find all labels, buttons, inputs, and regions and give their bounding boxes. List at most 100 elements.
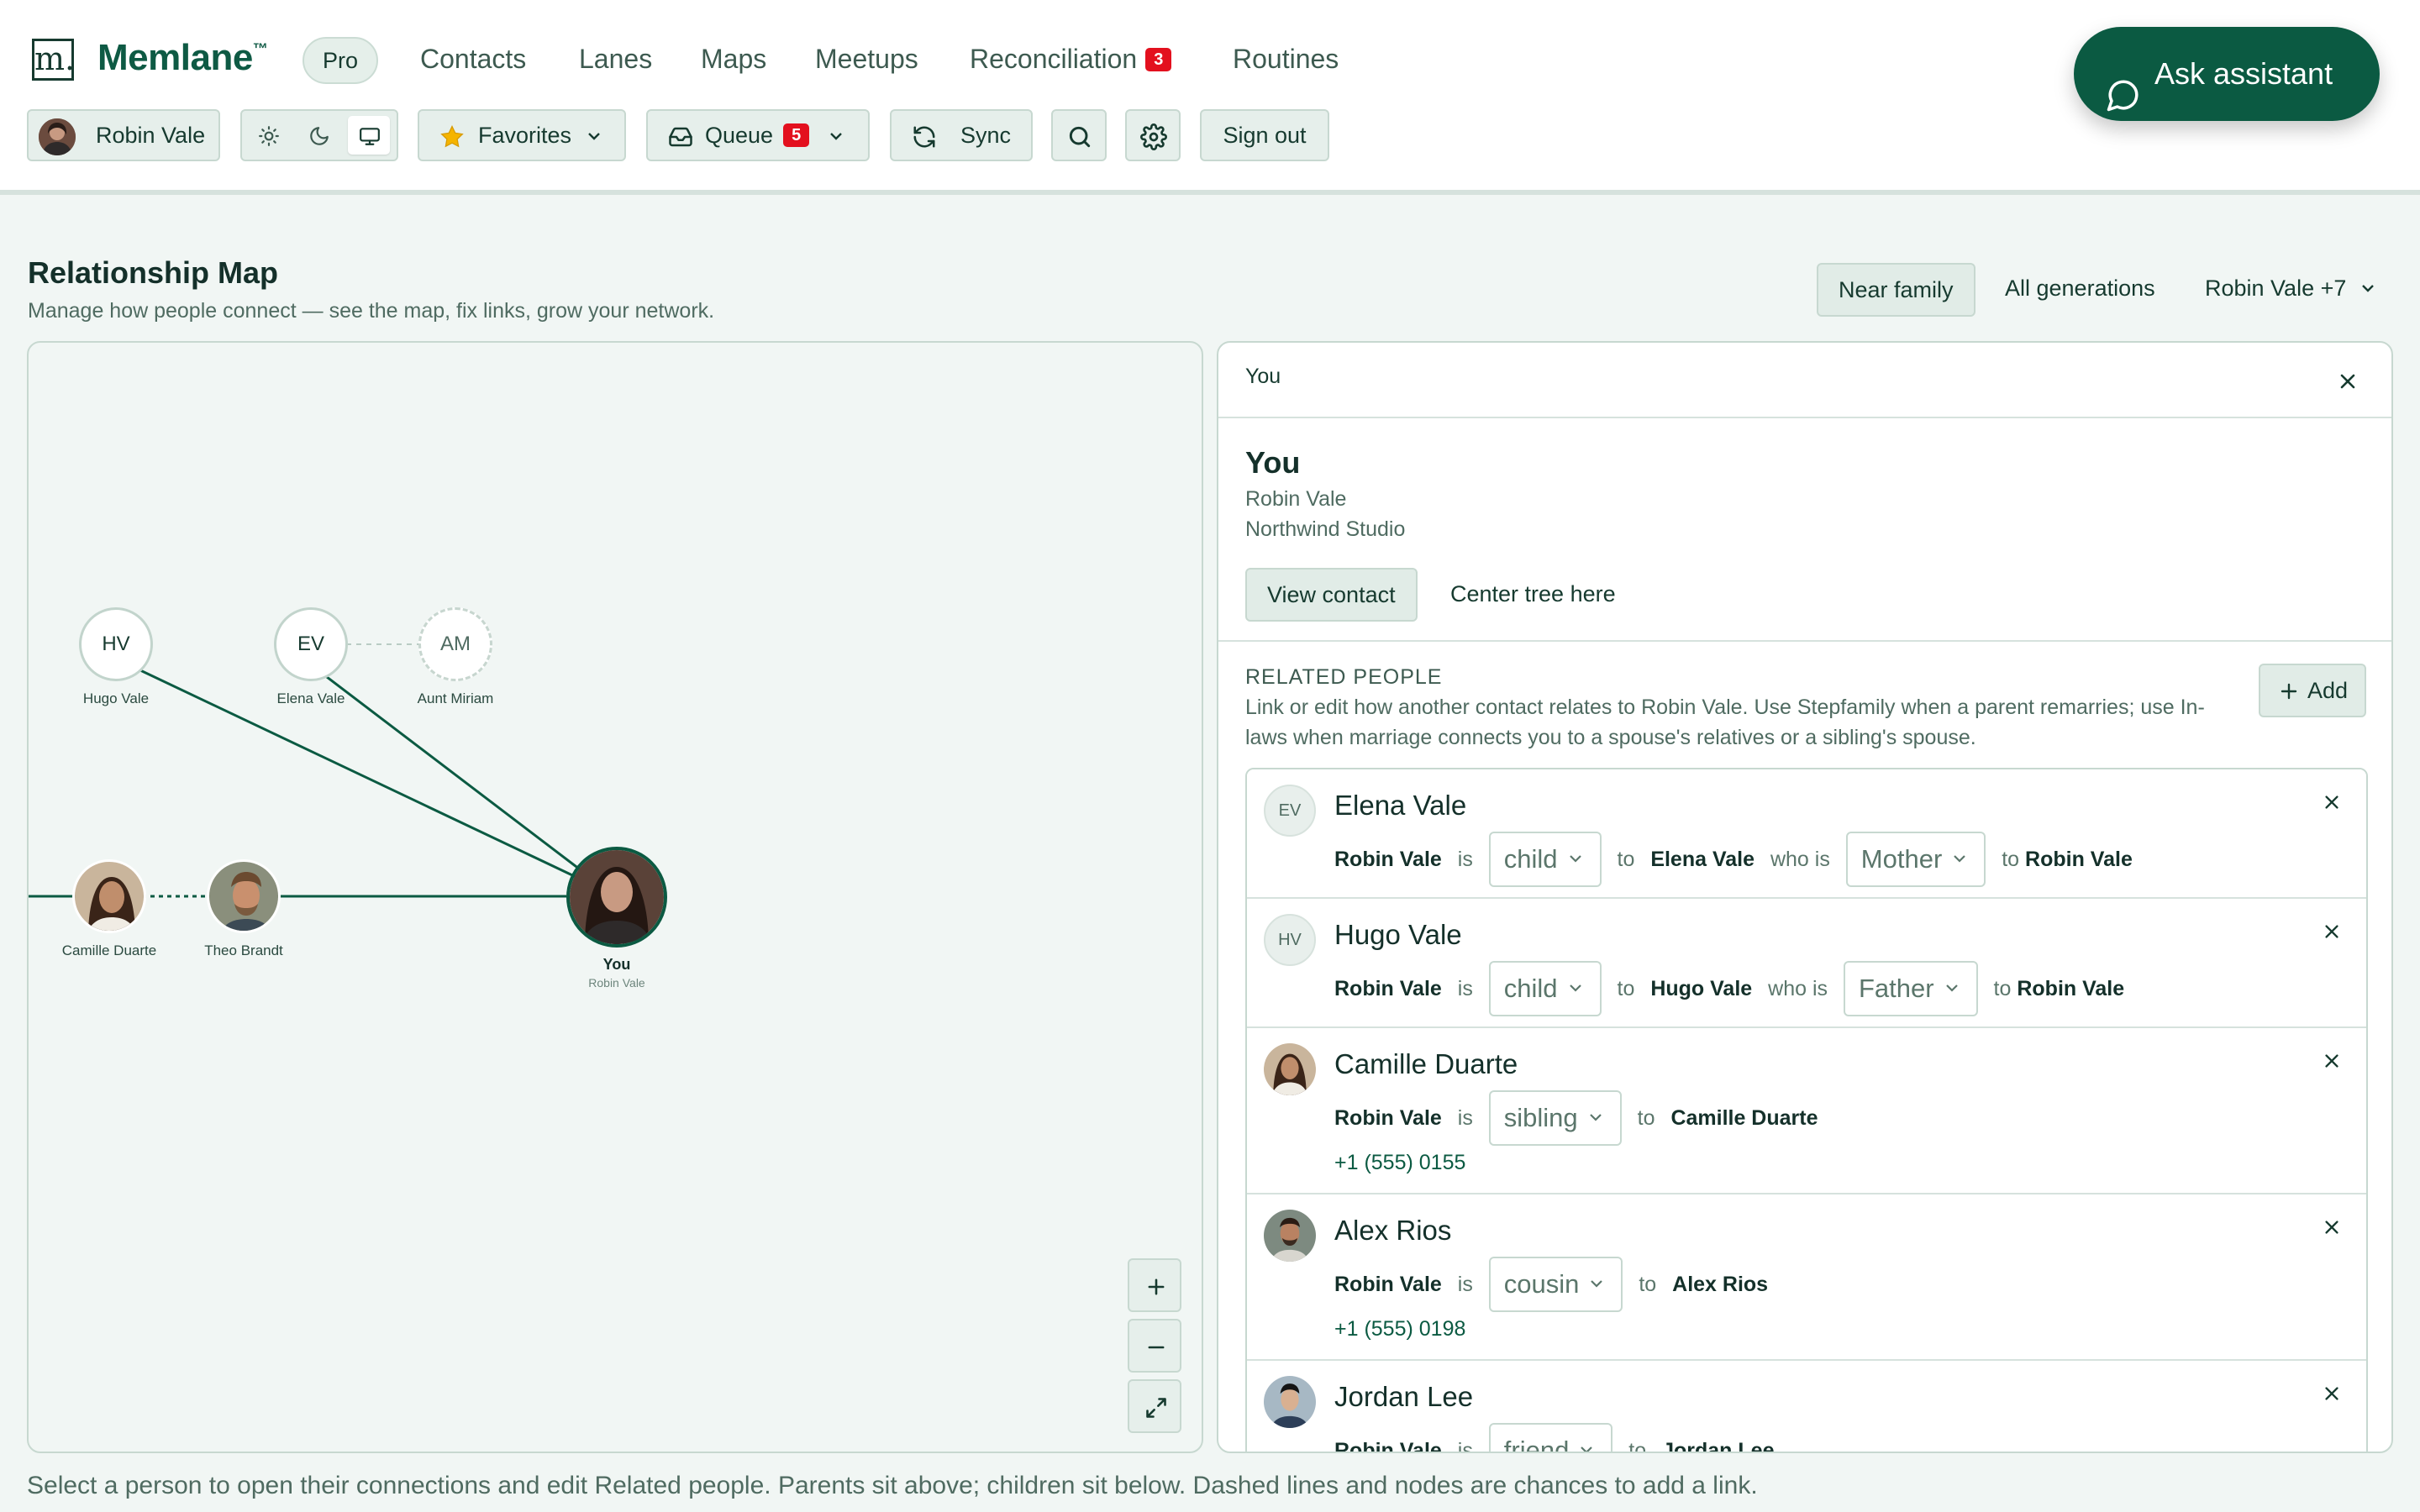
chevron-down-icon [830,133,842,140]
relationship-map-canvas[interactable]: HV Hugo Vale EV Elena Vale AM Aunt Miria… [27,341,1203,1453]
search-button[interactable] [1051,109,1107,161]
detail-company: Northwind Studio [1245,517,1406,541]
related-person-item: HV Hugo Vale Robin Vale is child to Hugo… [1247,899,2366,1028]
fit-to-screen-button[interactable] [1128,1379,1181,1433]
chevron-down-icon [1954,855,1966,863]
subject-name: Robin Vale [1334,1105,1442,1130]
related-people-list: EV Elena Vale Robin Vale is child to Ele… [1245,768,2368,1453]
sync-button[interactable]: Sync [890,109,1033,161]
chevron-down-icon [1569,984,1581,992]
sign-out-button[interactable]: Sign out [1200,109,1329,161]
related-person-name[interactable]: Jordan Lee [1334,1381,1473,1413]
center-tree-button[interactable]: Center tree here [1450,581,1616,607]
target-name: Elena Vale [1650,847,1755,871]
target-name: Jordan Lee [1662,1438,1775,1453]
nav-contacts[interactable]: Contacts [420,44,526,75]
reverse-relation-select[interactable]: Father [1843,961,1978,1016]
remove-link-icon[interactable] [2323,922,2341,941]
filter-near-family[interactable]: Near family [1817,263,1975,317]
user-avatar [39,118,76,155]
map-node-hugo-vale[interactable]: HV [79,607,153,681]
queue-text: Queue [705,123,774,148]
settings-button[interactable] [1125,109,1181,161]
star-icon [440,125,464,148]
add-related-person-button[interactable]: Add [2259,664,2366,717]
related-phone-link[interactable]: +1 (555) 0155 [1334,1151,1465,1175]
ask-assistant-button[interactable]: Ask assistant [2074,27,2380,121]
to-word: to [1993,976,2012,1000]
reverse-relation-value: Father [1858,974,1934,1003]
map-node-theo-brandt[interactable] [207,859,281,933]
queue-dropdown[interactable]: Queue 5 [646,109,870,161]
related-person-name[interactable]: Alex Rios [1334,1215,1451,1247]
related-people-description: Link or edit how another contact relates… [1245,696,2205,749]
nav-maps[interactable]: Maps [701,44,766,75]
add-label: Add [2307,678,2349,703]
remove-link-icon[interactable] [2323,1384,2341,1403]
trademark: ™ [252,40,268,57]
monitor-icon [360,128,380,145]
is-word: is [1457,1438,1473,1453]
theme-light-button[interactable] [247,116,289,155]
sun-icon [259,126,279,146]
who-is-word: who is [1770,847,1830,871]
remove-link-icon[interactable] [2323,1218,2341,1236]
relationship-sentence: Robin Vale is cousin to Alex Rios [1334,1257,1768,1312]
relationship-sentence: Robin Vale is child to Hugo Vale who is … [1334,961,2124,1016]
nav-reconciliation[interactable]: Reconciliation 3 [970,44,1172,75]
nav-reconciliation-label: Reconciliation [970,44,1138,74]
people-filter-dropdown[interactable]: Robin Vale +7 [2205,263,2376,317]
related-person-name[interactable]: Elena Vale [1334,790,1466,822]
detail-header: You [1218,343,2391,418]
zoom-out-button[interactable] [1128,1319,1181,1373]
related-phone-link[interactable]: +1 (555) 0198 [1334,1317,1465,1341]
theme-system-button[interactable] [348,116,390,155]
to-word: to [1617,847,1635,871]
related-person-name[interactable]: Hugo Vale [1334,919,1462,951]
logo-mark: m. [32,39,75,81]
user-menu-button[interactable]: Robin Vale [27,109,220,161]
favorites-label: Favorites [478,123,572,148]
plus-icon [1148,1278,1165,1295]
map-node-label: You [602,956,631,973]
page-title: Relationship Map [28,255,279,290]
map-node-camille-duarte[interactable] [72,859,146,933]
related-person-item: Camille Duarte Robin Vale is sibling to … [1247,1028,2366,1194]
map-node-you[interactable] [566,847,667,948]
related-avatar: EV [1264,785,1316,837]
you-photo [570,850,664,944]
map-node-aunt-miriam[interactable]: AM [418,607,492,681]
related-person-name[interactable]: Camille Duarte [1334,1048,1518,1080]
close-icon[interactable] [2338,371,2358,391]
inbox-icon [669,127,692,147]
chat-bubble-icon [2106,55,2141,150]
app-logo[interactable]: Memlane™ [97,37,268,79]
chevron-down-icon [588,133,600,140]
relation-select[interactable]: child [1488,961,1602,1016]
reverse-relation-select[interactable]: Mother [1845,832,1986,887]
relation-select[interactable]: cousin [1488,1257,1623,1312]
relation-select[interactable]: sibling [1488,1090,1622,1146]
map-node-elena-vale[interactable]: EV [274,607,348,681]
relation-select[interactable]: friend [1488,1423,1613,1452]
to-word: to [1628,1438,1647,1453]
queue-count-badge: 5 [783,123,810,147]
related-person-item: EV Elena Vale Robin Vale is child to Ele… [1247,769,2366,899]
who-is-word: who is [1768,976,1828,1000]
nav-lanes[interactable]: Lanes [579,44,652,75]
jordan-photo [1264,1376,1316,1428]
to-word: to [2002,847,2020,871]
view-contact-button[interactable]: View contact [1245,568,1418,622]
remove-link-icon[interactable] [2323,793,2341,811]
remove-link-icon[interactable] [2323,1052,2341,1070]
favorites-dropdown[interactable]: Favorites [418,109,626,161]
theme-dark-button[interactable] [297,116,339,155]
nav-meetups[interactable]: Meetups [815,44,918,75]
to-word: to [1637,1105,1655,1130]
is-word: is [1457,847,1473,871]
nav-routines[interactable]: Routines [1233,44,1339,75]
reverse-relation-value: Mother [1860,844,1943,874]
filter-all-generations[interactable]: All generations [2005,263,2155,317]
zoom-in-button[interactable] [1128,1258,1181,1312]
relation-select[interactable]: child [1488,832,1602,887]
